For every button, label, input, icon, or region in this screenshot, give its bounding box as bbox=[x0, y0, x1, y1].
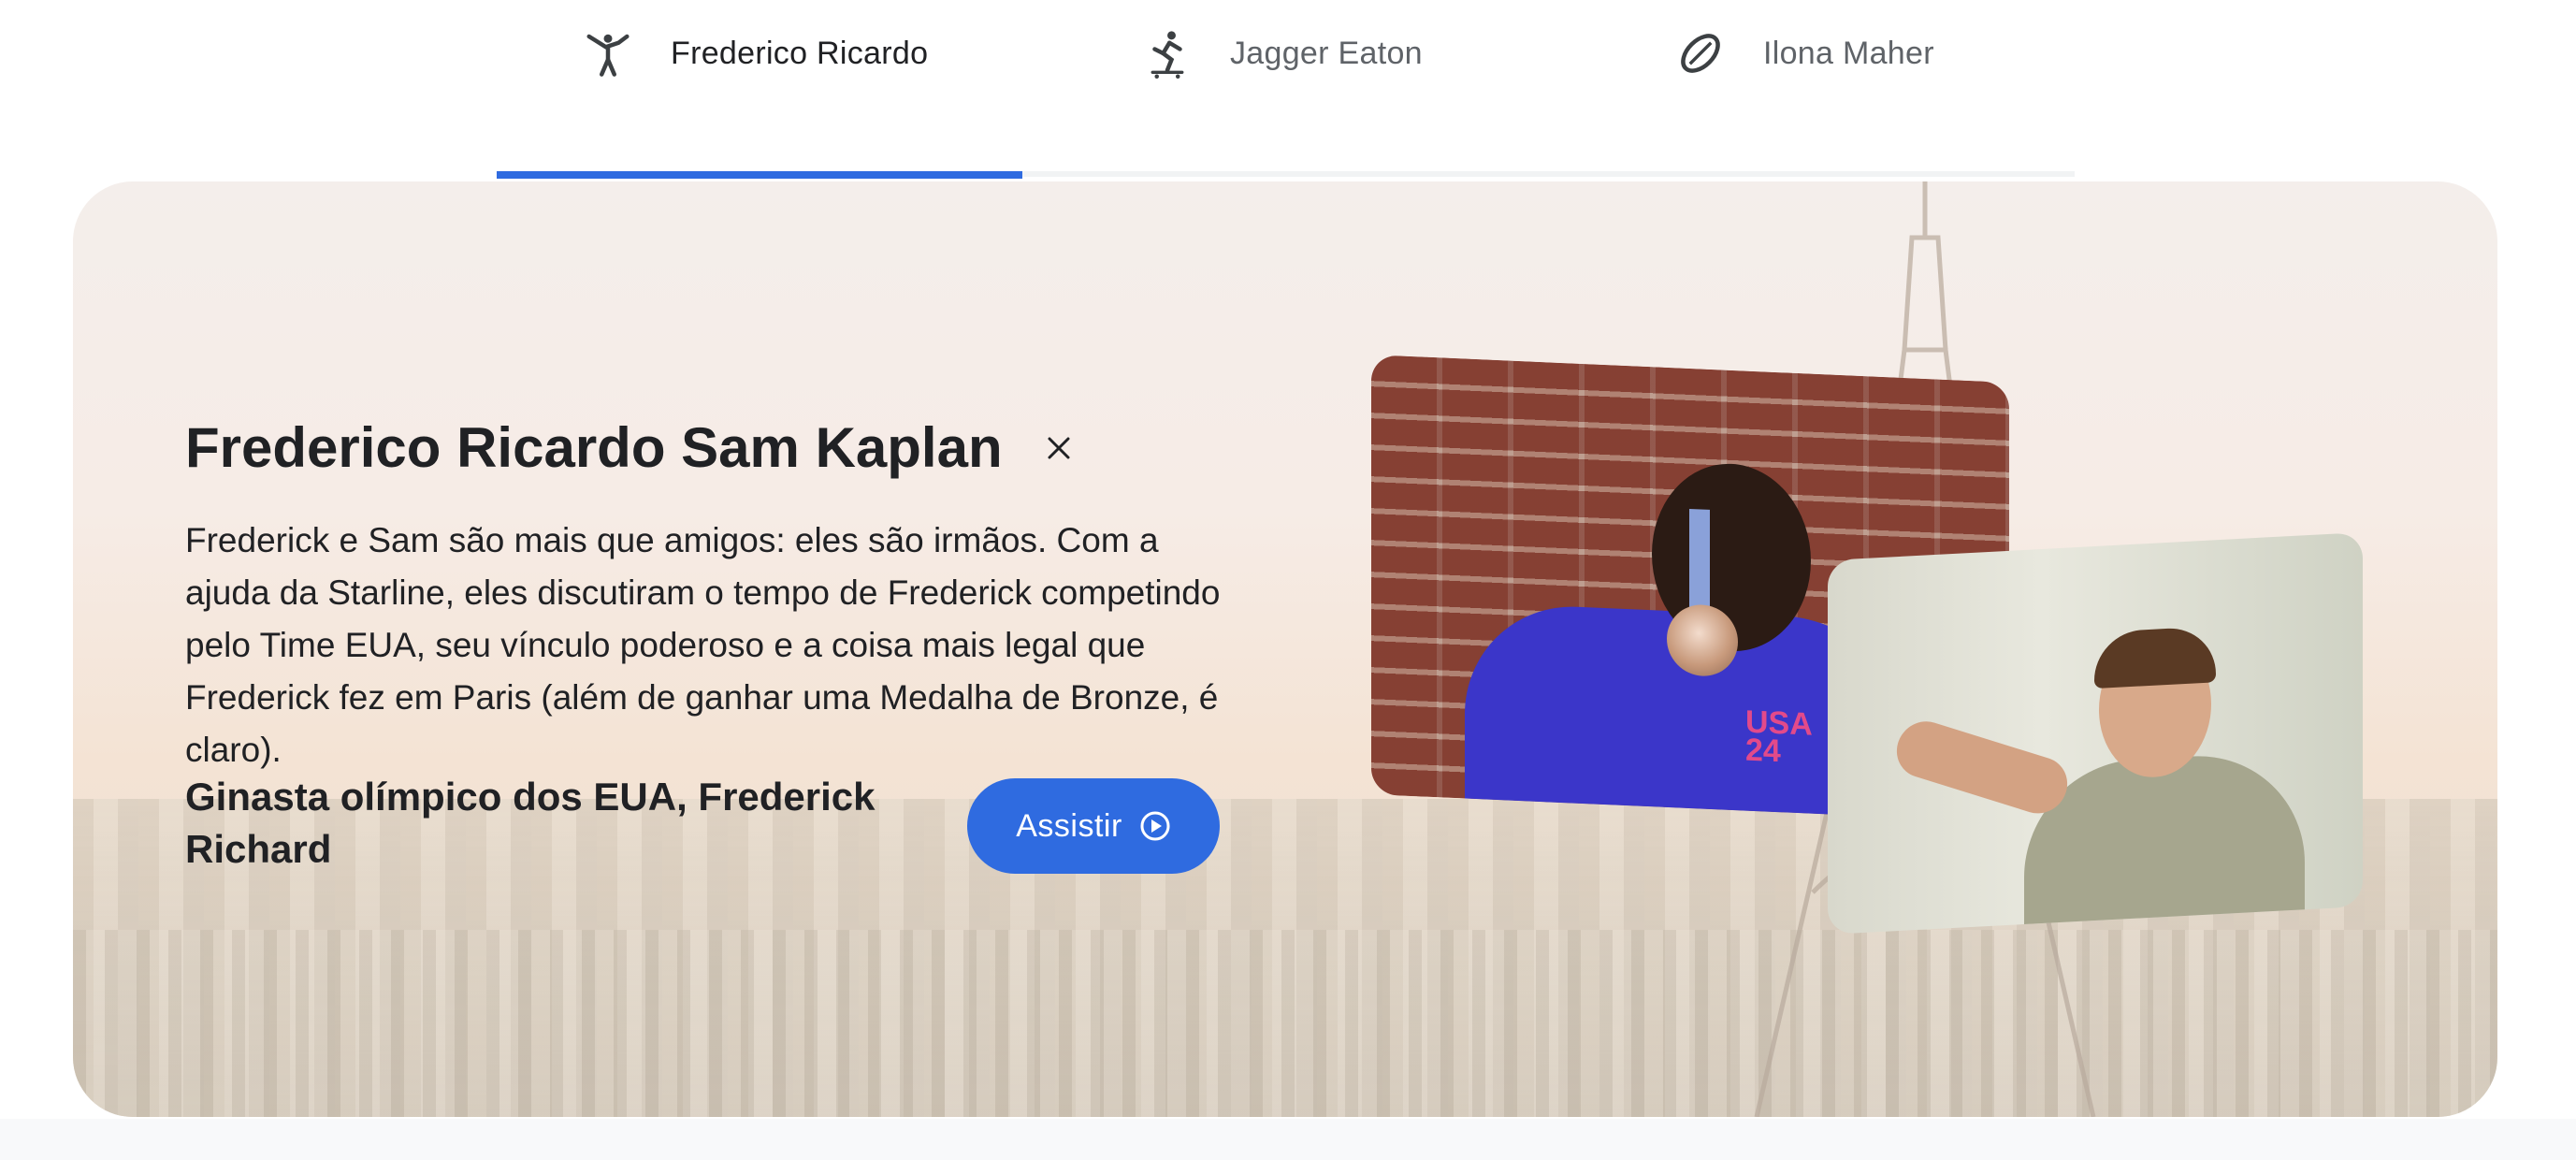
jersey-text: USA 24 bbox=[1745, 703, 1813, 770]
tab-frederico-ricardo[interactable]: Frederico Ricardo bbox=[497, 0, 1022, 181]
feature-description: Frederick e Sam são mais que amigos: ele… bbox=[185, 521, 1221, 769]
tab-jagger-eaton[interactable]: Jagger Eaton bbox=[1142, 0, 1554, 181]
tab-label: Jagger Eaton bbox=[1230, 35, 1423, 71]
photo-arm bbox=[1889, 714, 2076, 820]
tab-ilona-maher[interactable]: Ilona Maher bbox=[1675, 0, 2068, 181]
play-circle-icon bbox=[1140, 811, 1170, 841]
watch-button[interactable]: Assistir bbox=[967, 778, 1220, 874]
close-icon bbox=[1048, 437, 1070, 458]
close-button[interactable] bbox=[1040, 429, 1078, 467]
title-row: Frederico Ricardo Sam Kaplan bbox=[185, 415, 1078, 480]
tab-label: Ilona Maher bbox=[1763, 35, 1934, 71]
gymnastics-icon bbox=[586, 34, 630, 77]
active-tab-indicator bbox=[497, 171, 1022, 179]
watch-button-label: Assistir bbox=[1016, 807, 1122, 844]
feature-caption: Ginasta olímpico dos EUA, Frederick Rich… bbox=[185, 775, 876, 871]
athlete-tabs: Frederico Ricardo Jagger Eaton Ilona Mah… bbox=[497, 0, 2075, 181]
friend-photo bbox=[1828, 532, 2363, 935]
feature-card: Frederico Ricardo Sam Kaplan Frederick e… bbox=[73, 181, 2497, 1117]
rugby-ball-icon bbox=[1681, 34, 1720, 73]
page-bottom-strip bbox=[0, 1119, 2576, 1160]
tab-label: Frederico Ricardo bbox=[671, 35, 929, 71]
photo-hair bbox=[2094, 626, 2216, 689]
feature-title: Frederico Ricardo Sam Kaplan bbox=[185, 416, 1003, 479]
skateboarding-icon bbox=[1151, 31, 1184, 79]
photo-ribbon bbox=[1689, 508, 1710, 613]
